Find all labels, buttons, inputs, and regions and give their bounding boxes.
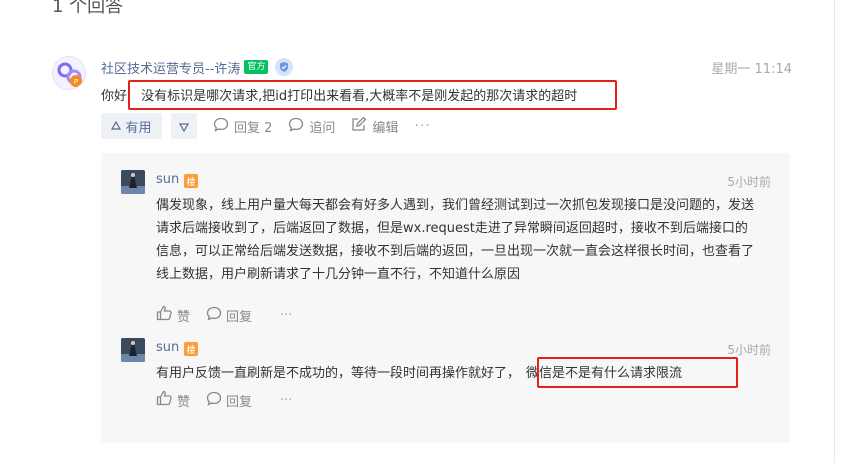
like-label[interactable]: 赞 <box>177 306 190 325</box>
comment-icon <box>213 117 229 136</box>
edit-icon <box>351 116 367 136</box>
ask-button[interactable]: 追问 <box>288 117 335 136</box>
answer-author-row: 社区技术运营专员--许涛 官方 <box>101 57 294 77</box>
svg-text:P: P <box>74 78 78 86</box>
like-icon[interactable] <box>156 390 173 410</box>
reply-author-name[interactable]: sun <box>156 340 179 355</box>
reply-comment-icon[interactable] <box>206 306 222 325</box>
like-icon[interactable] <box>156 305 173 325</box>
ask-label: 追问 <box>309 120 336 136</box>
floor-badge: 楼 <box>184 342 198 356</box>
right-divider <box>834 0 835 463</box>
not-useful-button[interactable] <box>171 113 197 139</box>
reply-author-avatar[interactable] <box>121 338 145 362</box>
reply-action-row: 赞 回复 ··· <box>156 305 292 325</box>
reply-label: 回复 2 <box>234 120 273 136</box>
official-badge: 官方 <box>244 60 269 74</box>
answer-timestamp: 星期一 11:14 <box>711 62 792 77</box>
answer-action-row: 有用 回复 2 追问 编辑 ··· <box>101 113 431 139</box>
answer-author-name[interactable]: 社区技术运营专员--许涛 <box>101 58 240 77</box>
reply-timestamp: 5小时前 <box>727 175 771 189</box>
reply-button[interactable]: 回复 2 <box>213 117 272 136</box>
reply-item: sun 楼 5小时前 偶发现象，线上用户量大每天都会有好多人遇到，我们曾经测试到… <box>121 170 771 325</box>
thumb-up-arrow-icon <box>111 119 122 134</box>
reply-timestamp: 5小时前 <box>727 343 771 357</box>
reply-text: 有用户反馈一直刷新是不成功的，等待一段时间再操作就好了， 微信是不是有什么请求限流 <box>156 362 760 385</box>
answers-count: 1 个回答 <box>52 0 124 17</box>
replies-panel: sun 楼 5小时前 偶发现象，线上用户量大每天都会有好多人遇到，我们曾经测试到… <box>101 153 790 443</box>
answer-text: 你好, 没有标识是哪次请求,把id打印出来看看,大概率不是刚发起的那次请求的超时 <box>101 85 583 104</box>
reply-text-prefix: 有用户反馈一直刷新是不成功的，等待一段时间再操作就好了， <box>156 366 521 381</box>
useful-button[interactable]: 有用 <box>101 113 162 139</box>
answer-text-prefix: 你好, <box>101 89 132 104</box>
useful-label: 有用 <box>125 120 152 136</box>
thumb-down-arrow-icon <box>178 117 190 136</box>
follow-up-comment-icon <box>288 117 304 136</box>
reply-author-name[interactable]: sun <box>156 172 179 187</box>
reply-comment-icon[interactable] <box>206 391 222 410</box>
answer-more-button[interactable]: ··· <box>414 118 430 134</box>
reply-more-button[interactable]: ··· <box>280 308 292 323</box>
reply-to-reply-label[interactable]: 回复 <box>226 306 252 325</box>
reply-text-highlight: 微信是不是有什么请求限流 <box>526 366 683 381</box>
reply-author-avatar[interactable] <box>121 170 145 194</box>
reply-action-row: 赞 回复 ··· <box>156 390 292 410</box>
reply-to-reply-label[interactable]: 回复 <box>226 391 252 410</box>
answer-text-highlight: 没有标识是哪次请求,把id打印出来看看,大概率不是刚发起的那次请求的超时 <box>141 89 578 104</box>
author-avatar[interactable]: P <box>52 56 86 90</box>
reply-more-button[interactable]: ··· <box>280 393 292 408</box>
reply-item: sun 楼 5小时前 有用户反馈一直刷新是不成功的，等待一段时间再操作就好了， 微… <box>121 338 771 418</box>
edit-button[interactable]: 编辑 <box>351 116 398 136</box>
verified-shield-icon <box>275 58 294 76</box>
edit-label: 编辑 <box>372 120 399 136</box>
like-label[interactable]: 赞 <box>177 391 190 410</box>
floor-badge: 楼 <box>184 174 198 188</box>
reply-text: 偶发现象，线上用户量大每天都会有好多人遇到，我们曾经测试到过一次抓包发现接口是没… <box>156 198 755 282</box>
